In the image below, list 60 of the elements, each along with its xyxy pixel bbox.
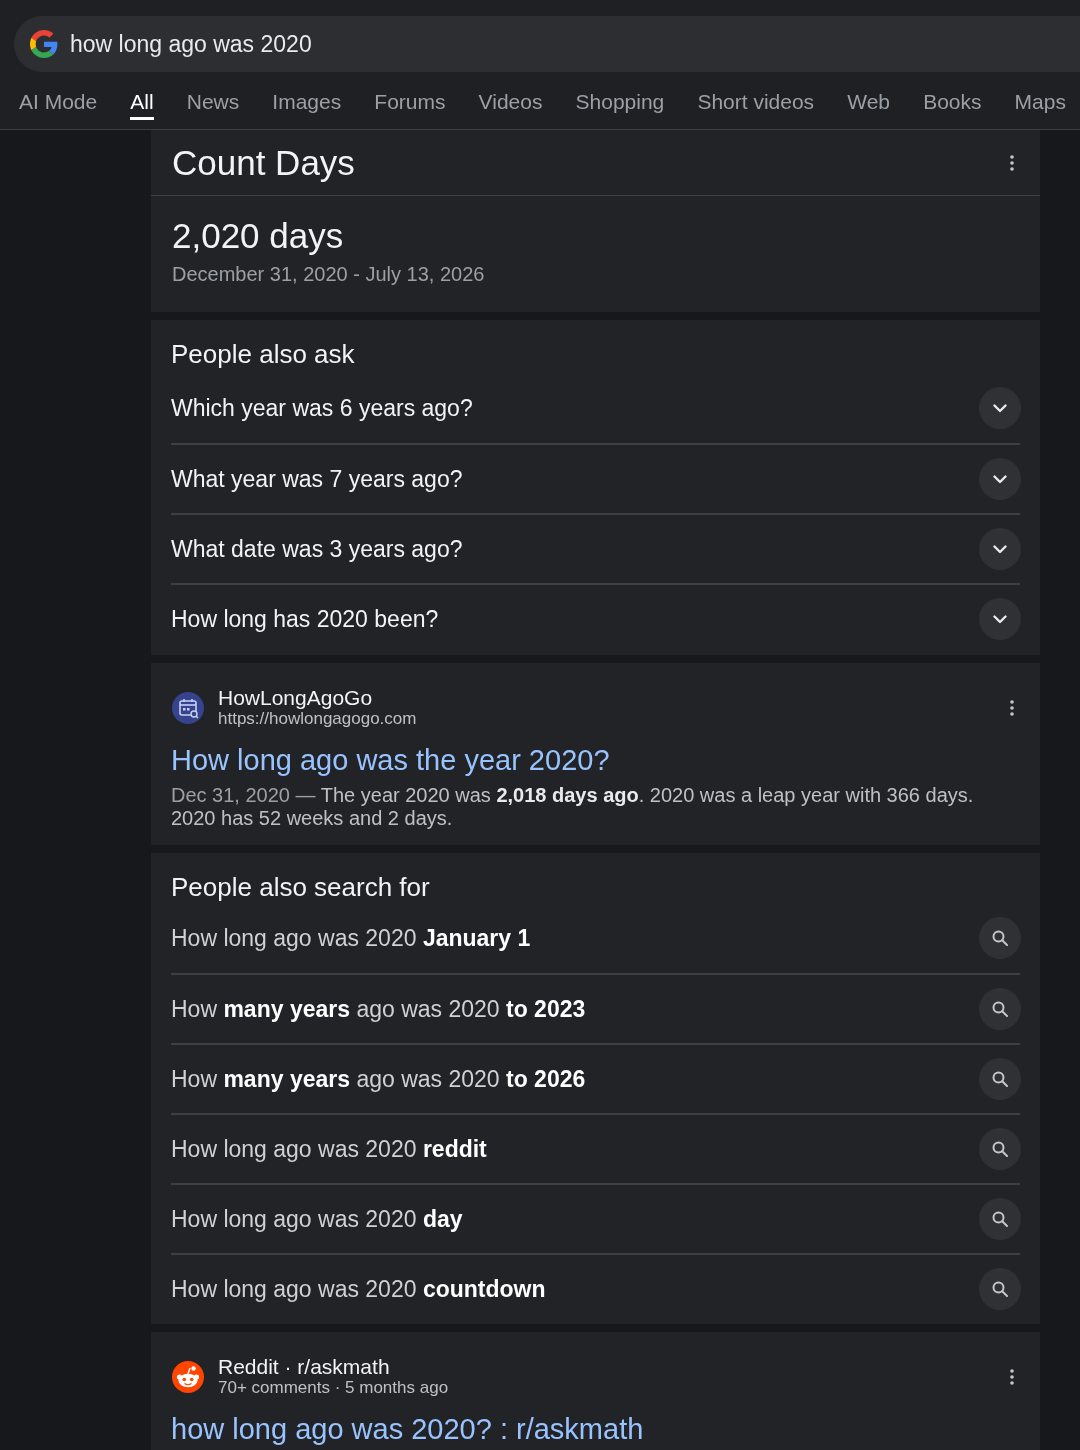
question[interactable]: What year was 7 years ago? [171,465,463,493]
g-logo-icon [30,30,58,58]
search-icon [992,1071,1008,1087]
post-meta: 70+ comments · 5 months ago [218,1378,450,1397]
question[interactable]: How long has 2020 been? [171,605,439,633]
chevron-down-icon [993,544,1007,554]
date-range: December 31, 2020 - July 13, 2026 [172,262,486,286]
expand-button[interactable] [979,598,1021,640]
more-options-icon[interactable] [1010,1368,1014,1385]
tab[interactable]: Shopping [575,72,665,120]
related-search-link[interactable]: How long ago was 2020 reddit [171,1135,487,1163]
search-button[interactable] [979,1198,1021,1240]
search-button[interactable] [979,1128,1021,1170]
search-button[interactable] [979,1268,1021,1310]
card-title: Count Days [172,142,355,183]
chevron-down-icon [993,403,1007,413]
result-snippet: Dec 31, 2020 — The year 2020 was 2,018 days ago. 2020 was a leap year with 366 days. 2020 has 52 weeks and 2 days. [171,784,975,830]
site-name: HowLongAgoGo [218,687,374,709]
related-search-link[interactable]: How long ago was 2020 countdown [171,1275,546,1303]
alien-face-icon [172,1360,204,1393]
section-title: People also search for [171,871,431,903]
related-search-link[interactable]: How long ago was 2020 day [171,1205,463,1233]
tab[interactable]: AI Mode [19,72,98,120]
day-count: 2,020 days [172,216,345,256]
related-search-link[interactable]: How many years ago was 2020 to 2026 [171,1065,586,1093]
related-search-link[interactable]: How long ago was 2020 January 1 [171,924,531,952]
search-icon [992,1211,1008,1227]
chevron-down-icon [993,614,1007,624]
chevron-down-icon [993,474,1007,484]
question[interactable]: Which year was 6 years ago? [171,394,473,422]
search-icon [992,1001,1008,1017]
search-icon [992,1141,1008,1157]
tab[interactable]: All [130,72,154,120]
related-search-link[interactable]: How many years ago was 2020 to 2023 [171,995,586,1023]
tab[interactable]: Videos [478,72,543,120]
tab[interactable]: Forums [374,72,446,120]
calendar-icon [172,691,204,724]
tab[interactable]: Web [847,72,891,120]
more-options-icon[interactable] [1010,699,1014,716]
result-title-link[interactable]: How long ago was the year 2020? [171,742,610,778]
more-options-icon[interactable] [1010,154,1014,171]
result-title-link[interactable]: how long ago was 2020? : r/askmath [171,1411,644,1447]
tab[interactable]: Books [923,72,982,120]
tab[interactable]: News [186,72,240,120]
expand-button[interactable] [979,387,1021,429]
expand-button[interactable] [979,528,1021,570]
section-title: People also ask [171,338,356,370]
tab[interactable]: Images [272,72,342,120]
search-icon [992,1281,1008,1297]
expand-button[interactable] [979,458,1021,500]
search-button[interactable] [979,988,1021,1030]
site-url: https://howlongagogo.com [218,709,418,728]
site-name: Reddit · r/askmath [218,1356,391,1378]
search-icon [992,930,1008,946]
search-button[interactable] [979,917,1021,959]
search-field[interactable]: how long ago was 2020 [14,16,1080,72]
question[interactable]: What date was 3 years ago? [171,535,463,563]
search-button[interactable] [979,1058,1021,1100]
tab[interactable]: Maps [1014,72,1066,120]
tab[interactable]: Short videos [697,72,815,120]
